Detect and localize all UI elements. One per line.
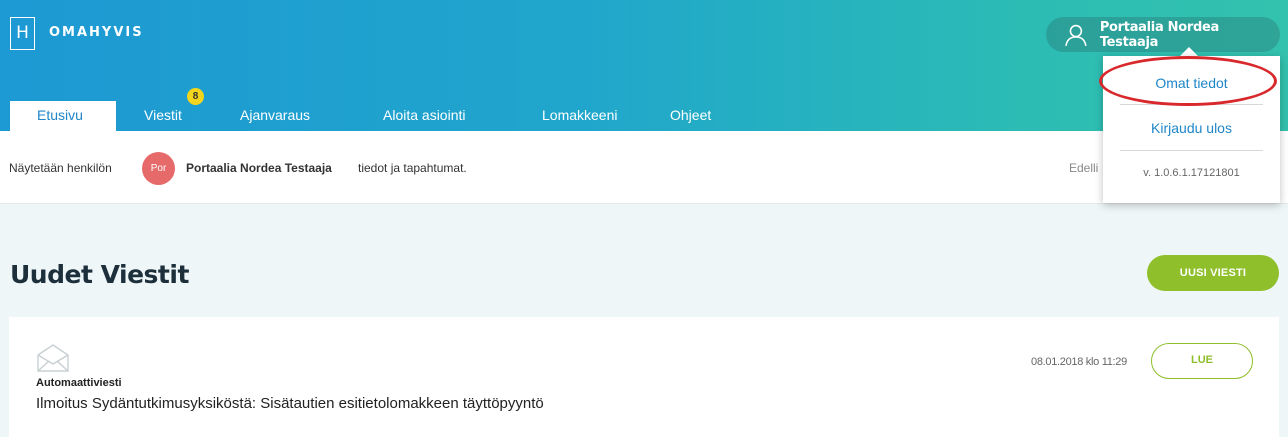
- dropdown-pointer: [1180, 47, 1198, 56]
- tab-label: Ohjeet: [670, 107, 712, 123]
- message-card[interactable]: Automaattiviesti Ilmoitus Sydäntutkimusy…: [9, 317, 1279, 437]
- person-name: Portaalia Nordea Testaaja: [186, 161, 332, 175]
- menu-divider: [1120, 104, 1263, 105]
- tab-ajanvaraus[interactable]: Ajanvaraus: [206, 101, 350, 131]
- message-date: 08.01.2018 klo 11:29: [1031, 356, 1127, 368]
- menu-divider: [1120, 150, 1263, 151]
- tab-aloita-asiointi[interactable]: Aloita asiointi: [350, 101, 513, 131]
- version-text: v. 1.0.6.1.17121801: [1143, 167, 1240, 179]
- previous-login-text: Edelli: [1069, 161, 1099, 175]
- info-prefix: Näytetään henkilön: [9, 161, 112, 175]
- new-message-button[interactable]: UUSI VIESTI: [1147, 255, 1279, 291]
- tab-lomakkeeni[interactable]: Lomakkeeni: [513, 101, 645, 131]
- message-subject[interactable]: Ilmoitus Sydäntutkimusyksiköstä: Sisätau…: [36, 395, 544, 412]
- info-suffix: tiedot ja tapahtumat.: [358, 161, 467, 175]
- tab-viestit[interactable]: Viestit 8: [116, 88, 206, 131]
- tab-label: Aloita asiointi: [383, 107, 466, 123]
- user-dropdown-menu: Omat tiedot Kirjaudu ulos v. 1.0.6.1.171…: [1103, 56, 1280, 203]
- brand-name[interactable]: OMAHYVIS: [49, 25, 144, 40]
- avatar: Por: [142, 152, 175, 185]
- menu-item-logout[interactable]: Kirjaudu ulos: [1103, 120, 1280, 136]
- menu-item-own-info[interactable]: Omat tiedot: [1103, 75, 1280, 91]
- read-message-button[interactable]: LUE: [1151, 343, 1253, 379]
- tab-etusivu[interactable]: Etusivu: [10, 101, 116, 131]
- envelope-open-icon: [37, 344, 69, 372]
- message-type: Automaattiviesti: [36, 377, 122, 389]
- tab-label: Viestit: [144, 107, 182, 123]
- user-icon: [1065, 24, 1087, 46]
- person-info-bar: Näytetään henkilön Por Portaalia Nordea …: [0, 131, 1288, 204]
- main-nav-tabs: Etusivu Viestit 8 Ajanvaraus Aloita asio…: [10, 88, 745, 131]
- user-menu-button[interactable]: Portaalia Nordea Testaaja: [1046, 17, 1280, 52]
- logo-icon[interactable]: H: [10, 17, 35, 50]
- tab-ohjeet[interactable]: Ohjeet: [645, 101, 745, 131]
- tab-label: Etusivu: [37, 107, 83, 123]
- unread-badge: 8: [187, 88, 204, 105]
- user-name: Portaalia Nordea Testaaja: [1099, 19, 1219, 50]
- tab-label: Ajanvaraus: [240, 107, 311, 123]
- page-title: Uudet Viestit: [10, 260, 189, 289]
- tab-label: Lomakkeeni: [542, 107, 618, 123]
- top-header: H OMAHYVIS Portaalia Nordea Testaaja Etu…: [0, 0, 1288, 131]
